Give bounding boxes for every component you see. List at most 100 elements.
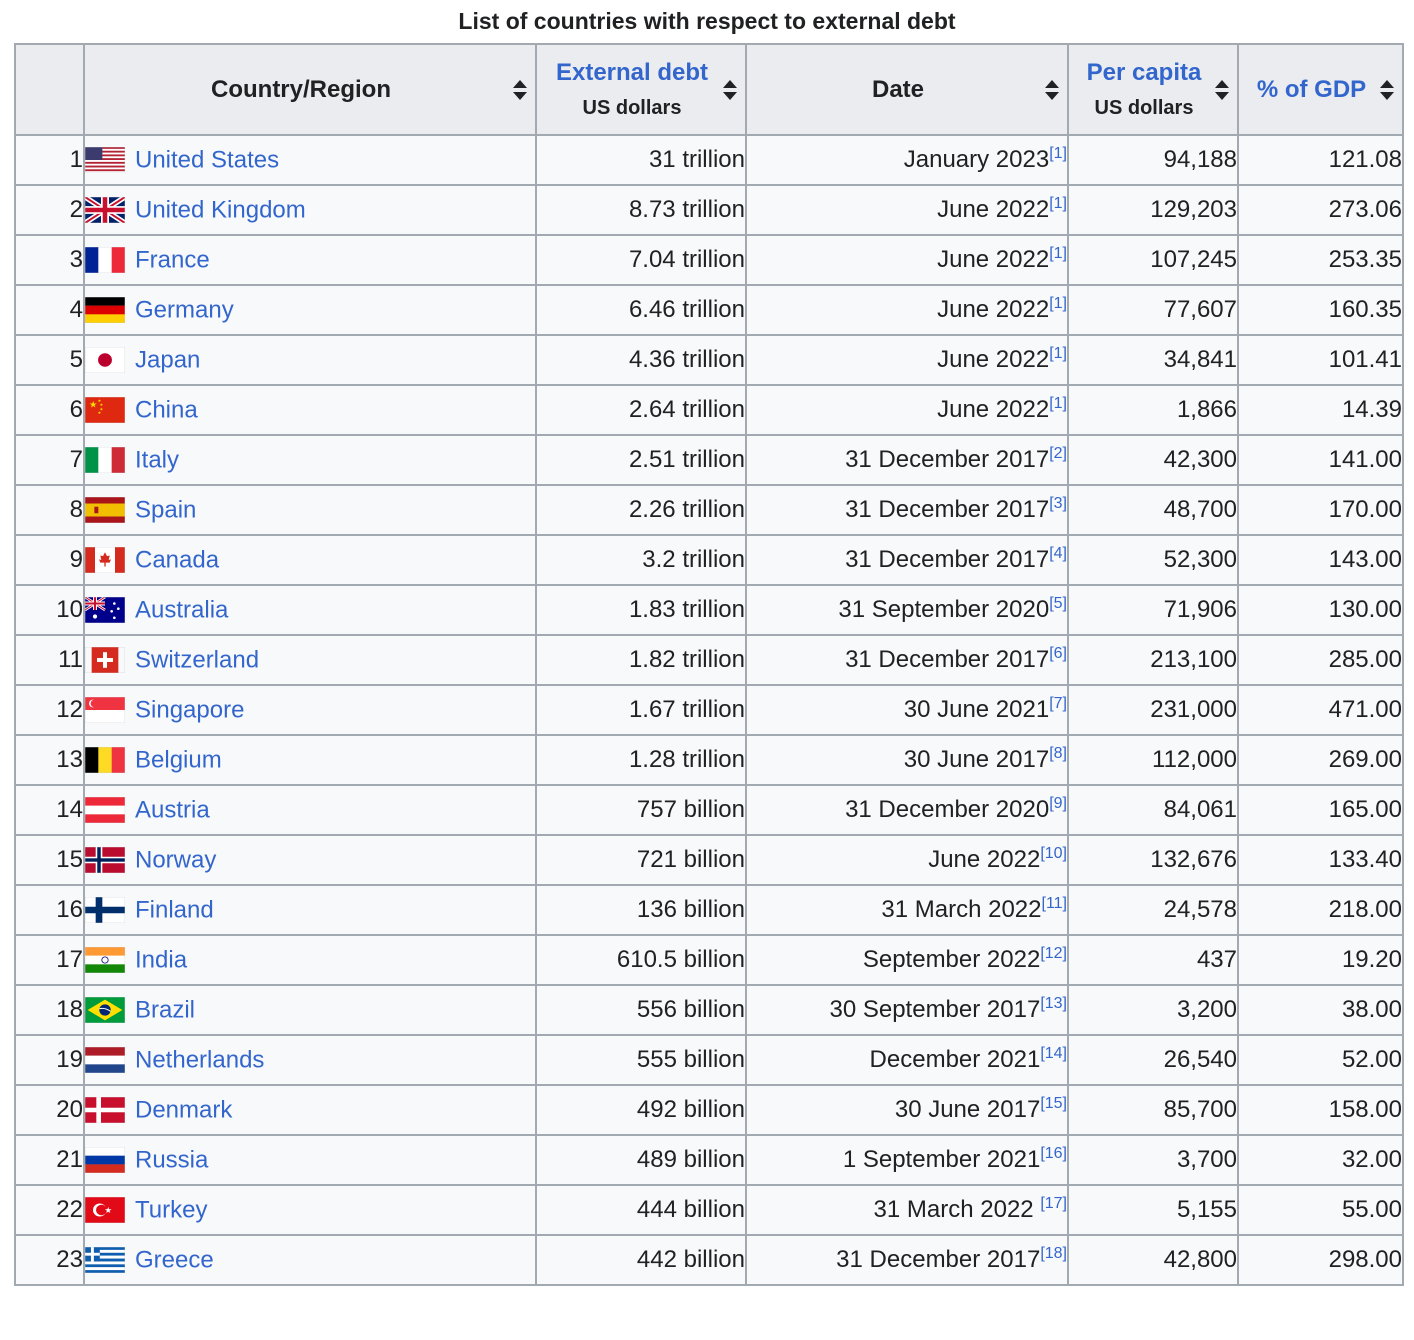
sort-icon[interactable]: [1045, 79, 1059, 100]
reference-link[interactable]: [13]: [1040, 995, 1067, 1012]
reference-link[interactable]: [1]: [1049, 395, 1067, 412]
country-link[interactable]: India: [135, 946, 187, 973]
external-debt-cell: 7.04 trillion: [535, 234, 747, 286]
per-capita-cell: 5,155: [1067, 1184, 1239, 1236]
country-link[interactable]: Switzerland: [135, 646, 259, 673]
country-link[interactable]: Denmark: [135, 1096, 232, 1123]
rank-value: 4: [69, 296, 83, 323]
country-link[interactable]: Germany: [135, 296, 234, 323]
gdp-percent-value: 130.00: [1328, 596, 1402, 623]
reference-link[interactable]: [16]: [1040, 1145, 1067, 1162]
country-link[interactable]: Finland: [135, 896, 214, 923]
reference-link[interactable]: [10]: [1040, 845, 1067, 862]
country-link[interactable]: Norway: [135, 846, 216, 873]
reference-link[interactable]: [7]: [1049, 695, 1067, 712]
country-link[interactable]: Australia: [135, 596, 228, 623]
country-link[interactable]: Netherlands: [135, 1046, 264, 1073]
external-debt-cell: 556 billion: [535, 984, 747, 1036]
reference-link[interactable]: [5]: [1049, 595, 1067, 612]
date-cell: 31 March 2022[11]: [745, 884, 1069, 936]
country-cell: ★ Turkey: [83, 1184, 537, 1236]
per-capita-cell: 1,866: [1067, 384, 1239, 436]
rank-value: 12: [56, 696, 83, 723]
reference-link[interactable]: [2]: [1049, 445, 1067, 462]
japan-flag-icon: [84, 347, 126, 374]
country-link[interactable]: Russia: [135, 1146, 208, 1173]
country-link[interactable]: Turkey: [135, 1196, 207, 1223]
reference-link[interactable]: [14]: [1040, 1045, 1067, 1062]
country-link[interactable]: Brazil: [135, 996, 195, 1023]
reference-link[interactable]: [1]: [1049, 345, 1067, 362]
country-link[interactable]: Canada: [135, 546, 219, 573]
external-debt-value: 136 billion: [636, 896, 745, 923]
rank-cell: 12: [14, 684, 85, 736]
reference-link[interactable]: [18]: [1040, 1245, 1067, 1262]
external-debt-link[interactable]: External debt: [556, 59, 708, 87]
country-link[interactable]: China: [135, 396, 198, 423]
date-value: 31 December 2017: [845, 546, 1050, 573]
country-link[interactable]: Singapore: [135, 696, 244, 723]
per-capita-value: 52,300: [1163, 546, 1237, 573]
per-capita-cell: 34,841: [1067, 334, 1239, 386]
country-link[interactable]: Japan: [135, 346, 200, 373]
table-caption: List of countries with respect to extern…: [458, 8, 956, 34]
per-capita-cell: 112,000: [1067, 734, 1239, 786]
gdp-percent-value: 141.00: [1328, 446, 1402, 473]
reference-link[interactable]: [9]: [1049, 795, 1067, 812]
header-gdp-percent[interactable]: % of GDP: [1237, 43, 1404, 136]
reference-link[interactable]: [1]: [1049, 195, 1067, 212]
country-link[interactable]: Greece: [135, 1246, 214, 1273]
per-capita-value: 42,300: [1163, 446, 1237, 473]
gdp-percent-value: 38.00: [1341, 996, 1402, 1023]
country-link[interactable]: France: [135, 246, 210, 273]
gdp-percent-cell: 170.00: [1237, 484, 1404, 536]
gdp-percent-cell: 269.00: [1237, 734, 1404, 786]
date-value: 31 December 2017: [845, 496, 1050, 523]
header-country[interactable]: Country/Region: [83, 43, 537, 136]
date-cell: June 2022[1]: [745, 184, 1069, 236]
date-value: 31 March 2022: [873, 1196, 1041, 1223]
date-cell: December 2021[14]: [745, 1034, 1069, 1086]
country-cell: India: [83, 934, 537, 986]
per-capita-value: 94,188: [1163, 146, 1237, 173]
country-cell: Switzerland: [83, 634, 537, 686]
country-link[interactable]: Italy: [135, 446, 179, 473]
reference-link[interactable]: [1]: [1049, 145, 1067, 162]
sort-icon[interactable]: [513, 79, 527, 100]
sort-icon[interactable]: [723, 79, 737, 100]
reference-link[interactable]: [8]: [1049, 745, 1067, 762]
table-row: 5 Japan 4.36 trillion June 2022[1] 34,84…: [14, 334, 1404, 386]
header-date[interactable]: Date: [745, 43, 1069, 136]
country-link[interactable]: United States: [135, 146, 279, 173]
country-link[interactable]: United Kingdom: [135, 196, 306, 223]
external-debt-value: 492 billion: [636, 1096, 745, 1123]
date-cell: 31 December 2017[18]: [745, 1234, 1069, 1286]
reference-link[interactable]: [6]: [1049, 645, 1067, 662]
sort-icon[interactable]: [1215, 79, 1229, 100]
gdp-percent-cell: 143.00: [1237, 534, 1404, 586]
sort-icon[interactable]: [1380, 79, 1394, 100]
external-debt-value: 444 billion: [636, 1196, 745, 1223]
reference-link[interactable]: [4]: [1049, 545, 1067, 562]
date-cell: 31 December 2017[2]: [745, 434, 1069, 486]
reference-link[interactable]: [3]: [1049, 495, 1067, 512]
reference-link[interactable]: [1]: [1049, 245, 1067, 262]
header-per-capita[interactable]: Per capita US dollars: [1067, 43, 1239, 136]
country-link[interactable]: Austria: [135, 796, 210, 823]
gdp-percent-link[interactable]: % of GDP: [1257, 76, 1366, 104]
reference-link[interactable]: [17]: [1040, 1195, 1067, 1212]
reference-link[interactable]: [15]: [1040, 1095, 1067, 1112]
country-link[interactable]: Spain: [135, 496, 196, 523]
country-cell: Russia: [83, 1134, 537, 1186]
date-cell: 31 September 2020[5]: [745, 584, 1069, 636]
date-value: 31 December 2017: [836, 1246, 1041, 1273]
header-external-debt[interactable]: External debt US dollars: [535, 43, 747, 136]
reference-link[interactable]: [1]: [1049, 295, 1067, 312]
table-row: 23 Greece 442 billion 31 December 2017[1…: [14, 1234, 1404, 1286]
reference-link[interactable]: [12]: [1040, 945, 1067, 962]
rank-value: 6: [69, 396, 83, 423]
reference-link[interactable]: [11]: [1042, 895, 1068, 912]
country-link[interactable]: Belgium: [135, 746, 222, 773]
per-capita-link[interactable]: Per capita: [1087, 59, 1202, 87]
brazil-flag-icon: [84, 997, 126, 1024]
